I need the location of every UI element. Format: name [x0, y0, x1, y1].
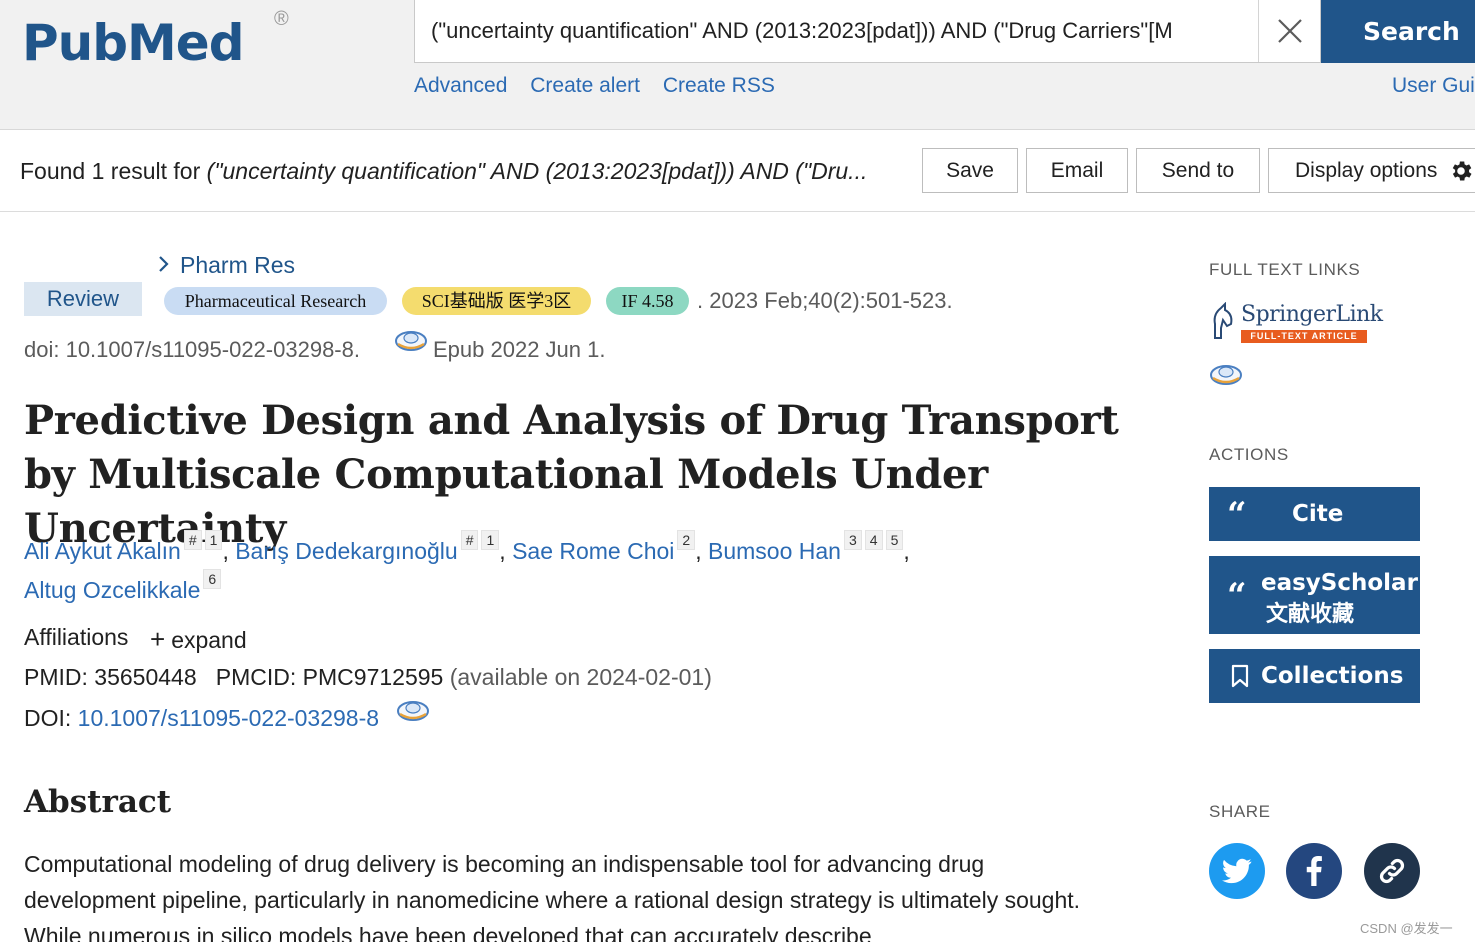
easyscholar-icon[interactable] — [396, 698, 430, 724]
twitter-icon — [1222, 858, 1252, 884]
cite-button[interactable]: “ Cite — [1209, 487, 1420, 541]
affiliation-ref[interactable]: 6 — [203, 569, 222, 589]
abstract-text: Computational modeling of drug delivery … — [24, 851, 1081, 942]
sci-rank-tag: SCI基础版 医学3区 — [402, 287, 591, 315]
results-toolbar: Found 1 result for ("uncertainty quantif… — [0, 130, 1475, 212]
share-heading: SHARE — [1209, 802, 1271, 821]
search-options-links: Advanced Create alert Create RSS — [414, 74, 792, 98]
link-icon — [1379, 858, 1405, 884]
author-link[interactable]: Barış Dedekargınoğlu — [235, 538, 457, 564]
search-input[interactable] — [431, 14, 1251, 48]
quote-icon: “ — [1227, 576, 1247, 616]
affiliation-ref[interactable]: 3 — [843, 530, 862, 550]
bookmark-icon — [1231, 664, 1249, 688]
close-icon — [1278, 19, 1302, 43]
author-link[interactable]: Bumsoo Han — [708, 538, 841, 564]
gear-icon[interactable] — [1448, 158, 1474, 184]
user-guide-link[interactable]: User Guic — [1392, 74, 1475, 98]
watermark: CSDN @发发一 — [1360, 921, 1453, 936]
affiliation-ref[interactable]: 2 — [677, 530, 696, 550]
share-twitter-button[interactable] — [1209, 843, 1265, 899]
send-to-button[interactable]: Send to — [1136, 148, 1260, 193]
impact-factor-tag: IF 4.58 — [606, 287, 689, 315]
pubmed-logo[interactable]: PubMed ® — [22, 4, 302, 84]
create-rss-link[interactable]: Create RSS — [663, 74, 775, 97]
clear-search-button[interactable] — [1258, 0, 1321, 62]
full-text-links-heading: FULL TEXT LINKS — [1209, 260, 1361, 279]
chevron-right-icon — [158, 252, 170, 279]
journal-link[interactable]: Pharm Res — [158, 252, 295, 279]
facebook-icon — [1306, 856, 1322, 886]
results-query: ("uncertainty quantification" AND (2013:… — [206, 158, 868, 184]
plus-icon: + — [150, 624, 166, 654]
equal-contribution-mark[interactable]: # — [460, 530, 479, 550]
easyscholar-label: easyScholar — [1261, 570, 1418, 596]
doi-link[interactable]: 10.1007/s11095-022-03298-8 — [78, 705, 379, 731]
copy-permalink-button[interactable] — [1364, 843, 1420, 899]
affiliation-ref[interactable]: 5 — [885, 530, 904, 550]
results-summary: Found 1 result for ("uncertainty quantif… — [20, 158, 910, 185]
author-link[interactable]: Ali Aykut Akalın — [24, 538, 181, 564]
author-link[interactable]: Altug Ozcelikkale — [24, 577, 200, 603]
display-options-button[interactable]: Display options — [1268, 148, 1475, 193]
easyscholar-icon[interactable] — [394, 328, 428, 354]
equal-contribution-mark[interactable]: # — [183, 530, 202, 550]
pmc-availability: (available on 2024-02-01) — [449, 664, 712, 690]
abstract-heading: Abstract — [24, 784, 172, 820]
springerlink-full-text-link[interactable]: SpringerLink FULL-TEXT ARTICLE — [1209, 300, 1383, 344]
create-alert-link[interactable]: Create alert — [530, 74, 640, 97]
journal-name: Pharm Res — [180, 252, 296, 278]
save-button[interactable]: Save — [922, 148, 1018, 193]
publication-type-badge: Review — [24, 282, 142, 316]
affiliation-ref[interactable]: 1 — [204, 530, 223, 550]
email-button[interactable]: Email — [1026, 148, 1128, 193]
affiliation-ref[interactable]: 1 — [481, 530, 500, 550]
expand-affiliations-button[interactable]: + expand — [150, 624, 247, 655]
actions-heading: ACTIONS — [1209, 445, 1289, 464]
author-list: Ali Aykut Akalın #1, Barış Dedekargınoğlu… — [24, 530, 910, 603]
easyscholar-collect-button[interactable]: “ easyScholar 文献收藏 — [1209, 556, 1420, 634]
search-bar — [414, 0, 1321, 63]
springer-subtitle: FULL-TEXT ARTICLE — [1241, 330, 1367, 343]
affiliation-ref[interactable]: 4 — [864, 530, 883, 550]
pmcid: PMCID: PMC9712595 — [215, 664, 444, 690]
easyscholar-sublabel: 文献收藏 — [1266, 602, 1355, 627]
quote-icon: “ — [1227, 495, 1247, 535]
advanced-link[interactable]: Advanced — [414, 74, 507, 97]
registered-mark: ® — [274, 8, 289, 30]
results-count: Found 1 result for — [20, 158, 207, 184]
pmid: PMID: 35650448 — [24, 664, 197, 690]
springer-horse-icon — [1213, 302, 1233, 339]
affiliations-label: Affiliations — [24, 624, 129, 650]
cite-label: Cite — [1292, 501, 1344, 527]
journal-tag: Pharmaceutical Research — [164, 287, 387, 315]
doi-label: DOI: — [24, 705, 78, 731]
epub-date: Epub 2022 Jun 1. — [433, 337, 606, 362]
author-link[interactable]: Sae Rome Choi — [512, 538, 674, 564]
citation-details: . 2023 Feb;40(2):501-523. — [697, 288, 953, 313]
collections-button[interactable]: Collections — [1209, 649, 1420, 703]
doi-row: DOI: 10.1007/s11095-022-03298-8 — [24, 705, 379, 732]
share-facebook-button[interactable] — [1286, 843, 1342, 899]
site-header: PubMed ® Search Advanced Create alert Cr… — [0, 0, 1475, 130]
search-button[interactable]: Search — [1321, 0, 1475, 63]
springer-name: SpringerLink — [1241, 302, 1383, 327]
easyscholar-icon[interactable] — [1209, 362, 1243, 388]
collections-label: Collections — [1261, 663, 1404, 689]
doi-citation: doi: 10.1007/s11095-022-03298-8. — [24, 337, 360, 362]
expand-label: expand — [171, 627, 247, 653]
logo-text: PubMed — [22, 14, 244, 72]
article-identifiers: PMID: 35650448 PMCID: PMC9712595 (availa… — [24, 664, 712, 691]
